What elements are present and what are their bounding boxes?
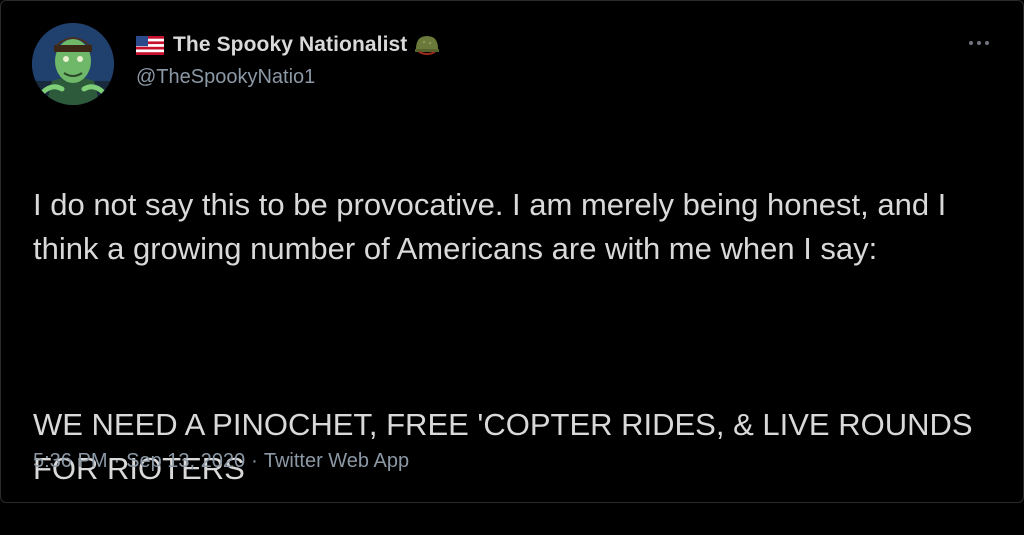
tweet-text: I do not say this to be provocative. I a… — [33, 139, 993, 535]
name-row[interactable]: The Spooky Nationalist — [136, 32, 440, 58]
tweet-paragraph: WE NEED A PINOCHET, FREE 'COPTER RIDES, … — [33, 407, 973, 486]
tweet-card: The Spooky Nationalist @TheSpookyNatio1 … — [0, 0, 1024, 503]
meta-separator: · — [113, 450, 121, 472]
display-name[interactable]: The Spooky Nationalist — [173, 33, 407, 57]
army-helmet-icon — [415, 36, 440, 55]
tweet-paragraph: I do not say this to be provocative. I a… — [33, 187, 947, 266]
dot-icon — [985, 41, 989, 45]
dot-icon — [969, 41, 973, 45]
tweet-source[interactable]: Twitter Web App — [264, 450, 409, 472]
tweet-date[interactable]: Sep 13, 2020 — [126, 450, 245, 472]
tweet-time[interactable]: 5:36 PM — [33, 450, 107, 472]
handle[interactable]: @TheSpookyNatio1 — [136, 66, 440, 89]
meta-separator: · — [251, 450, 258, 472]
tweet-meta: 5:36 PM · Sep 13, 2020 · Twitter Web App — [33, 450, 409, 473]
tweet-header: The Spooky Nationalist @TheSpookyNatio1 — [136, 32, 440, 89]
zombie-avatar-icon — [32, 23, 114, 105]
us-flag-icon — [136, 35, 164, 55]
dot-icon — [977, 41, 981, 45]
avatar[interactable] — [32, 23, 114, 105]
more-options-button[interactable] — [961, 31, 997, 55]
